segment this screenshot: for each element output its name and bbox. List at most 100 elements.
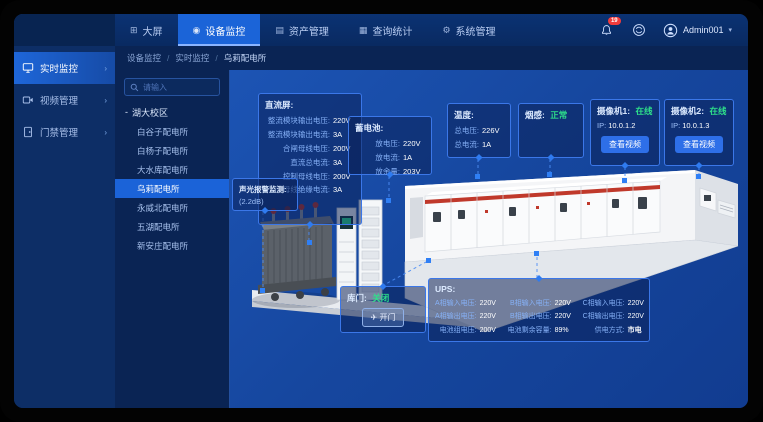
panel-title-text: 摄像机2: bbox=[671, 106, 704, 116]
screen-icon: ⊞ bbox=[130, 25, 138, 36]
breadcrumb-separator: / bbox=[167, 53, 169, 63]
tree-node[interactable]: 五湖配电所 bbox=[115, 217, 229, 236]
field-value: 3A bbox=[333, 183, 355, 197]
sidebar-item-label: 实时监控 bbox=[40, 61, 78, 75]
door-status: 关闭 bbox=[372, 293, 389, 303]
sidebar-item-access-control[interactable]: 门禁管理 › bbox=[14, 116, 115, 148]
field-value: 220V bbox=[555, 297, 577, 310]
notification-badge: 19 bbox=[608, 17, 621, 25]
panel-title: 烟感: 正常 bbox=[525, 109, 577, 121]
field-label: 放余量: bbox=[355, 165, 400, 179]
bell-icon bbox=[600, 24, 613, 37]
app-window: ⊞ 大屏 ◉ 设备监控 ▤ 资产管理 ▦ 查询统计 ⚙ 系统管理 bbox=[14, 14, 748, 408]
sound-alarm-panel: 声光报警监测: (2.2dB) bbox=[232, 178, 298, 211]
panel-title: 直流屏: bbox=[265, 99, 355, 111]
monitor-icon: ◉ bbox=[193, 25, 201, 36]
chevron-right-icon: › bbox=[104, 64, 107, 73]
device-frame: ⊞ 大屏 ◉ 设备监控 ▤ 资产管理 ▦ 查询统计 ⚙ 系统管理 bbox=[0, 0, 763, 422]
field-value: 200V bbox=[480, 324, 502, 337]
tab-asset-management[interactable]: ▤ 资产管理 bbox=[260, 14, 344, 46]
camera-ip: IP: 10.0.1.2 bbox=[597, 120, 653, 132]
field-value: 1A bbox=[482, 138, 504, 152]
field-label: 整流模块输出电流: bbox=[265, 128, 330, 142]
collapse-icon: - bbox=[125, 107, 128, 117]
notification-bell-button[interactable]: 19 bbox=[599, 22, 615, 38]
field-label: 放电压: bbox=[355, 137, 400, 151]
tab-device-monitoring[interactable]: ◉ 设备监控 bbox=[178, 14, 261, 46]
search-input[interactable] bbox=[143, 83, 214, 92]
breadcrumb-item[interactable]: 设备监控 bbox=[127, 52, 161, 64]
ip-label: IP: bbox=[597, 121, 606, 130]
door-icon bbox=[22, 126, 34, 138]
asset-icon: ▤ bbox=[275, 25, 284, 36]
open-door-icon: ✈ bbox=[371, 313, 378, 322]
field-value: 220V bbox=[628, 297, 650, 310]
field-label: B相输入电压: bbox=[508, 297, 552, 310]
tree-node[interactable]: 新安庄配电所 bbox=[115, 236, 229, 255]
field-label: 电池剩余容量: bbox=[508, 324, 552, 337]
tab-query-statistics[interactable]: ▦ 查询统计 bbox=[344, 14, 428, 46]
substation-tree-panel: - 湖大校区 白谷子配电所 白杨子配电所 大水库配电所 乌莉配电所 永威北配电所… bbox=[115, 70, 230, 408]
tree-search[interactable] bbox=[124, 78, 220, 96]
settings-icon: ⚙ bbox=[442, 25, 450, 36]
tree-node-selected[interactable]: 乌莉配电所 bbox=[115, 179, 229, 198]
tab-label: 大屏 bbox=[143, 23, 163, 38]
field-label: 电池组电压: bbox=[435, 324, 477, 337]
temperature-panel: 温度: 总电压:226V 总电流:1A bbox=[447, 103, 511, 158]
field-value: 220V bbox=[403, 137, 425, 151]
smoke-sensor-panel: 烟感: 正常 bbox=[518, 103, 584, 158]
camera2-panel: 摄像机2: 在线 IP: 10.0.1.3 查看视频 bbox=[664, 99, 734, 166]
view-video-button[interactable]: 查看视频 bbox=[675, 136, 723, 153]
tree-node[interactable]: 大水库配电所 bbox=[115, 160, 229, 179]
field-value: 89% bbox=[555, 324, 577, 337]
field-label: 总电流: bbox=[454, 138, 479, 152]
tree-root-label: 湖大校区 bbox=[132, 106, 168, 119]
panel-title: 库门: 关闭 bbox=[347, 292, 419, 304]
tab-label: 系统管理 bbox=[456, 23, 496, 38]
field-label: 总电压: bbox=[454, 124, 479, 138]
panel-title: 摄像机1: 在线 bbox=[597, 105, 653, 117]
field-label: 直流总电流: bbox=[265, 156, 330, 170]
avatar-icon bbox=[663, 23, 678, 38]
breadcrumb-item-current: 乌莉配电所 bbox=[224, 52, 267, 64]
field-value: 220V bbox=[628, 310, 650, 323]
tab-label: 资产管理 bbox=[289, 23, 329, 38]
status-badge: 正常 bbox=[550, 110, 567, 120]
nav-tabs: ⊞ 大屏 ◉ 设备监控 ▤ 资产管理 ▦ 查询统计 ⚙ 系统管理 bbox=[115, 14, 511, 46]
panel-title-text: 烟感: bbox=[525, 110, 545, 120]
ups-phase-c-column: C相输入电压:220V C相输出电压:220V 供电方式:市电 bbox=[583, 297, 650, 337]
breadcrumb-separator: / bbox=[215, 53, 217, 63]
tree-node[interactable]: 永威北配电所 bbox=[115, 198, 229, 217]
tree-root-node[interactable]: - 湖大校区 bbox=[115, 102, 229, 122]
fullscreen-button[interactable] bbox=[631, 22, 647, 38]
panel-title: UPS: bbox=[435, 284, 643, 294]
open-door-label: 开门 bbox=[379, 313, 395, 322]
field-value: 203V bbox=[403, 165, 425, 179]
tree-node[interactable]: 白谷子配电所 bbox=[115, 122, 229, 141]
status-badge: 在线 bbox=[635, 106, 652, 116]
panel-title: 温度: bbox=[454, 109, 504, 121]
battery-panel: 蓄电池: 放电压:220V 放电流:1A 放余量:203V bbox=[348, 116, 432, 175]
chevron-right-icon: › bbox=[104, 128, 107, 137]
user-menu[interactable]: Admin001 ▾ bbox=[663, 23, 732, 38]
status-badge: 在线 bbox=[709, 106, 726, 116]
field-value: 220V bbox=[480, 310, 502, 323]
camera1-panel: 摄像机1: 在线 IP: 10.0.1.2 查看视频 bbox=[590, 99, 660, 166]
door-label: 库门: bbox=[347, 293, 367, 303]
open-door-button[interactable]: ✈ 开门 bbox=[362, 308, 405, 327]
tab-system-management[interactable]: ⚙ 系统管理 bbox=[427, 14, 510, 46]
view-video-button[interactable]: 查看视频 bbox=[601, 136, 649, 153]
field-value: 220V bbox=[555, 310, 577, 323]
sound-alarm-value: (2.2dB) bbox=[239, 196, 291, 208]
tab-dashboard[interactable]: ⊞ 大屏 bbox=[115, 14, 178, 46]
field-label: A相输入电压: bbox=[435, 297, 477, 310]
sidebar-item-realtime-monitoring[interactable]: 实时监控 › bbox=[14, 52, 115, 84]
navbar-right: 19 Admin001 ▾ bbox=[599, 14, 748, 46]
field-value: 220V bbox=[480, 297, 502, 310]
sidebar-item-video-management[interactable]: 视频管理 › bbox=[14, 84, 115, 116]
panel-title: 声光报警监测: bbox=[239, 184, 291, 195]
video-camera-icon bbox=[22, 94, 34, 106]
stats-icon: ▦ bbox=[359, 25, 368, 36]
tree-node[interactable]: 白杨子配电所 bbox=[115, 141, 229, 160]
breadcrumb-item[interactable]: 实时监控 bbox=[175, 52, 209, 64]
